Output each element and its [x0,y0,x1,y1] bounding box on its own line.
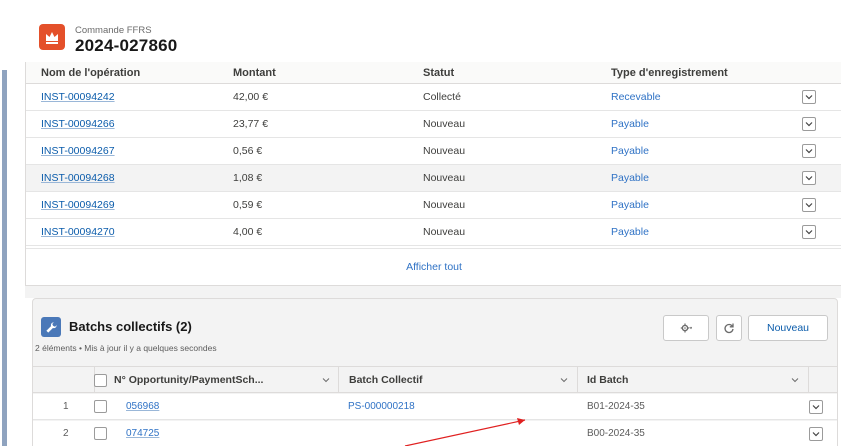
opportunity-link[interactable]: 056968 [126,401,159,412]
installment-name-link[interactable]: INST-00094267 [41,145,115,157]
installment-record-type: Payable [611,226,649,238]
column-header-name[interactable]: Nom de l'opération [41,67,140,79]
column-header-batch-label: Batch Collectif [349,374,423,386]
table-row: INST-00094269 0,59 € Nouveau Payable [26,192,841,219]
crown-icon [39,24,65,50]
chevron-down-icon [805,176,813,181]
row-actions-button[interactable] [809,400,823,414]
installment-amount: 42,00 € [233,91,269,103]
column-header-record-type[interactable]: Type d'enregistrement [611,67,728,79]
opportunity-link[interactable]: 074725 [126,428,159,439]
installment-status: Nouveau [423,172,466,184]
row-actions-button[interactable] [802,198,816,212]
table-row: INST-00094242 42,00 € Collecté Recevable [26,84,841,111]
column-header-batch[interactable]: Batch Collectif [340,367,578,393]
installment-record-type: Payable [611,199,649,211]
select-all-column [33,367,107,393]
batch-collectif-link[interactable]: PS-000000218 [348,401,415,412]
row-actions-button[interactable] [809,427,823,441]
chevron-down-icon [805,122,813,127]
installment-status: Nouveau [423,199,466,211]
installment-name-link[interactable]: INST-00094242 [41,91,115,103]
chevron-down-icon [805,95,813,100]
installment-status: Nouveau [423,226,466,238]
table-row: INST-00094268 1,08 € Nouveau Payable [26,165,841,192]
installment-amount: 1,08 € [233,172,263,184]
view-all-link[interactable]: Afficher tout [26,248,841,286]
installment-name-link[interactable]: INST-00094266 [41,118,115,130]
batches-title[interactable]: Batchs collectifs (2) [69,319,192,334]
table-row: INST-00094266 23,77 € Nouveau Payable [26,111,841,138]
row-actions-button[interactable] [802,171,816,185]
chevron-down-icon [805,149,813,154]
record-title: 2024-027860 [75,36,178,55]
column-header-batch-id[interactable]: Id Batch [579,367,809,393]
installment-name-link[interactable]: INST-00094268 [41,172,115,184]
table-row: INST-00094267 0,56 € Nouveau Payable [26,138,841,165]
column-header-opportunity-label: N° Opportunity/PaymentSch... [114,374,264,386]
installment-amount: 0,59 € [233,199,263,211]
column-header-status[interactable]: Statut [423,67,454,79]
row-checkbox[interactable] [94,400,107,413]
chevron-down-icon[interactable] [560,376,568,384]
section-gap [25,286,841,298]
record-object-label: Commande FFRS [75,25,152,36]
row-actions-button[interactable] [802,225,816,239]
row-actions-button[interactable] [802,90,816,104]
batch-id: B00-2024-35 [587,428,645,439]
batches-card: Batchs collectifs (2) 2 éléments • Mis à… [32,298,838,446]
row-actions-button[interactable] [802,117,816,131]
chevron-down-icon[interactable] [791,376,799,384]
row-actions-button[interactable] [802,144,816,158]
column-header-amount[interactable]: Montant [233,67,276,79]
left-strip [0,0,12,446]
table-row: INST-00094270 4,00 € Nouveau Payable [26,219,841,246]
installment-name-link[interactable]: INST-00094270 [41,226,115,238]
chevron-down-icon [805,203,813,208]
column-header-batch-id-label: Id Batch [587,374,629,386]
new-batch-button[interactable]: Nouveau [748,315,828,341]
installment-amount: 23,77 € [233,118,269,130]
left-accent-bar [2,70,7,446]
installment-status: Nouveau [423,118,466,130]
settings-menu-button[interactable] [663,315,709,341]
batches-subtitle: 2 éléments • Mis à jour il y a quelques … [35,343,217,353]
installments-table: Nom de l'opération Montant Statut Type d… [25,62,841,286]
gear-icon [680,323,692,333]
chevron-down-icon [812,432,820,437]
chevron-down-icon[interactable] [322,376,330,384]
refresh-button[interactable] [716,315,742,341]
installment-status: Nouveau [423,145,466,157]
row-checkbox[interactable] [94,427,107,440]
table-row: 2 074725 B00-2024-35 [33,421,837,446]
refresh-icon [724,323,734,334]
chevron-down-icon [812,405,820,410]
row-number: 1 [63,401,69,412]
installment-record-type: Payable [611,172,649,184]
chevron-down-icon [805,230,813,235]
installment-amount: 4,00 € [233,226,263,238]
table-row: 1 056968 PS-000000218 B01-2024-35 [33,394,837,420]
installment-amount: 0,56 € [233,145,263,157]
column-header-opportunity[interactable]: N° Opportunity/PaymentSch... [114,367,339,393]
batch-id: B01-2024-35 [587,401,645,412]
installment-record-type: Recevable [611,91,661,103]
installments-header: Nom de l'opération Montant Statut Type d… [26,62,841,84]
row-number: 2 [63,428,69,439]
batches-table-header: N° Opportunity/PaymentSch... Batch Colle… [33,366,837,393]
installment-status: Collecté [423,91,461,103]
select-all-checkbox[interactable] [94,374,107,387]
installment-name-link[interactable]: INST-00094269 [41,199,115,211]
wrench-icon [41,317,61,337]
installment-record-type: Payable [611,118,649,130]
installment-record-type: Payable [611,145,649,157]
